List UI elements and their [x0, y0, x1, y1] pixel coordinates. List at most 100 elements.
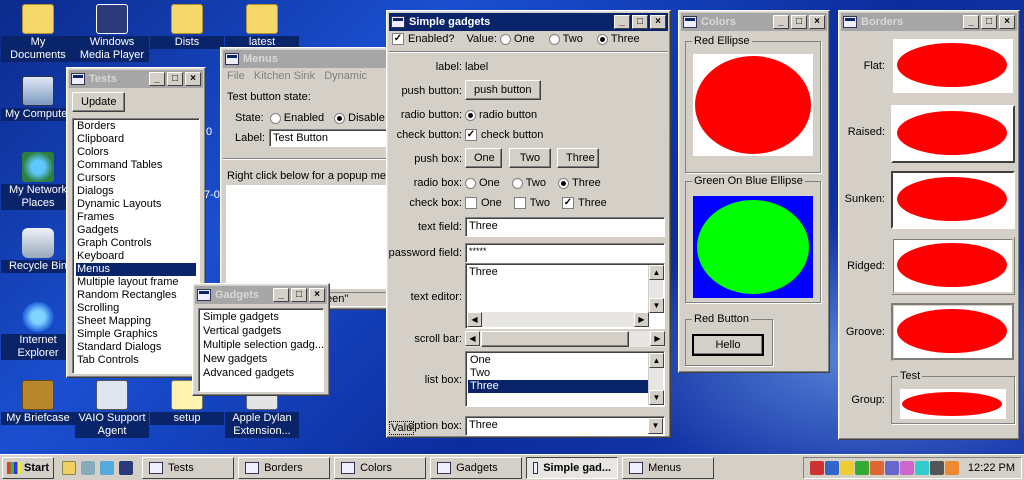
- list-item[interactable]: Keyboard: [76, 250, 196, 263]
- close-button[interactable]: ×: [650, 15, 666, 29]
- maximize-button[interactable]: □: [981, 15, 997, 29]
- chevron-down-icon[interactable]: ▼: [648, 418, 663, 434]
- menus-titlebar[interactable]: Menus: [223, 50, 387, 68]
- desktop-icon-briefcase[interactable]: My Briefcase: [1, 380, 75, 425]
- password-field[interactable]: *****: [465, 243, 665, 263]
- push-box-two-button[interactable]: Two: [509, 148, 551, 168]
- list-item[interactable]: Simple Graphics: [76, 328, 196, 341]
- desktop-icon-latest[interactable]: latest: [225, 4, 299, 49]
- scroll-left-arrow-icon[interactable]: ◀: [467, 312, 482, 327]
- menu-dynamic[interactable]: Dynamic: [324, 70, 367, 82]
- search-icon[interactable]: [884, 460, 899, 475]
- check-button[interactable]: ✓: [465, 129, 477, 141]
- list-item[interactable]: Cursors: [76, 172, 196, 185]
- tests-list[interactable]: Borders Clipboard Colors Command Tables Curs…: [72, 118, 200, 374]
- task-borders[interactable]: Borders: [238, 456, 331, 479]
- text-editor[interactable]: Three ▲ ▼ ◀ ▶: [465, 263, 665, 329]
- radio-box-one[interactable]: [465, 177, 476, 189]
- list-item[interactable]: Sheet Mapping: [76, 315, 196, 328]
- media-player-icon[interactable]: [119, 460, 134, 475]
- list-box-vscroll[interactable]: ▲ ▼: [648, 353, 664, 405]
- close-button[interactable]: ×: [185, 72, 201, 86]
- text-field[interactable]: Three: [465, 217, 665, 237]
- state-enabled-radio[interactable]: [269, 112, 281, 124]
- text-editor-vscroll[interactable]: ▲ ▼: [648, 265, 664, 313]
- list-item[interactable]: Graph Controls: [76, 237, 196, 250]
- minimize-button[interactable]: _: [149, 72, 165, 86]
- volume-icon[interactable]: [854, 460, 869, 475]
- state-disable-radio[interactable]: [334, 112, 346, 124]
- task-tests[interactable]: Tests: [142, 456, 235, 479]
- list-item[interactable]: Simple gadgets: [203, 311, 319, 325]
- maximize-button[interactable]: □: [632, 15, 648, 29]
- list-item-selected[interactable]: Three: [468, 380, 648, 393]
- list-item[interactable]: New gadgets: [203, 353, 319, 367]
- list-item[interactable]: Command Tables: [76, 159, 196, 172]
- check-box-two[interactable]: [513, 197, 526, 209]
- desktop-icon-vaio[interactable]: VAIO Support Agent: [75, 380, 149, 438]
- list-item[interactable]: Frames: [76, 211, 196, 224]
- task-simple-gadgets[interactable]: Simple gad...: [526, 456, 619, 479]
- list-item[interactable]: Multiple layout frame: [76, 276, 196, 289]
- value-three-radio[interactable]: [596, 33, 608, 45]
- list-item[interactable]: Standard Dialogs: [76, 341, 196, 354]
- hello-button[interactable]: Hello: [692, 334, 764, 356]
- list-item[interactable]: Tab Controls: [76, 354, 196, 367]
- gadgets-list[interactable]: Simple gadgets Vertical gadgets Multiple…: [198, 308, 324, 392]
- radio-button[interactable]: [465, 109, 476, 121]
- list-item[interactable]: Gadgets: [76, 224, 196, 237]
- maximize-button[interactable]: □: [291, 288, 307, 302]
- sound-icon[interactable]: [944, 460, 959, 475]
- list-item[interactable]: Dialogs: [76, 185, 196, 198]
- list-item[interactable]: One: [468, 354, 662, 367]
- shield-icon[interactable]: [824, 460, 839, 475]
- start-button[interactable]: Start: [2, 456, 55, 479]
- value-one-radio[interactable]: [499, 33, 511, 45]
- menu-kitchen-sink[interactable]: Kitchen Sink: [254, 70, 315, 82]
- enabled-checkbox[interactable]: ✓: [392, 33, 404, 45]
- task-colors[interactable]: Colors: [334, 456, 427, 479]
- security-icon[interactable]: [809, 460, 824, 475]
- list-item[interactable]: Borders: [76, 120, 196, 133]
- scroll-thumb[interactable]: [481, 331, 629, 347]
- push-box-three-button[interactable]: Three: [557, 148, 599, 168]
- radio-box-two[interactable]: [511, 177, 523, 189]
- task-menus[interactable]: Menus: [622, 456, 715, 479]
- quick-launch-icon[interactable]: [81, 460, 96, 475]
- minimize-button[interactable]: _: [614, 15, 630, 29]
- menu-file[interactable]: File: [227, 70, 245, 82]
- option-box[interactable]: Three ▼: [465, 416, 665, 436]
- scroll-right-arrow-icon[interactable]: ▶: [650, 331, 665, 346]
- scroll-up-arrow-icon[interactable]: ▲: [649, 353, 664, 368]
- close-button[interactable]: ×: [809, 15, 825, 29]
- minimize-button[interactable]: _: [963, 15, 979, 29]
- list-item[interactable]: Multiple selection gadg...: [203, 339, 324, 353]
- popup-area[interactable]: [226, 185, 388, 289]
- display-icon[interactable]: [899, 460, 914, 475]
- close-button[interactable]: ×: [309, 288, 325, 302]
- list-box[interactable]: One Two Three ▲ ▼: [465, 351, 665, 407]
- list-item[interactable]: Random Rectangles: [76, 289, 196, 302]
- list-item-selected[interactable]: Menus: [76, 263, 196, 276]
- scroll-right-arrow-icon[interactable]: ▶: [634, 312, 649, 327]
- colors-titlebar[interactable]: Colors _ □ ×: [681, 13, 827, 31]
- push-box-one-button[interactable]: One: [465, 148, 502, 168]
- update-button[interactable]: Update: [72, 92, 126, 112]
- text-editor-hscroll[interactable]: ◀ ▶: [467, 312, 649, 327]
- list-item[interactable]: Colors: [76, 146, 196, 159]
- update-icon[interactable]: [869, 460, 884, 475]
- scroll-bar[interactable]: ◀ ▶: [465, 331, 665, 347]
- minimize-button[interactable]: _: [273, 288, 289, 302]
- list-item[interactable]: Advanced gadgets: [203, 367, 319, 381]
- desktop-icon-dists[interactable]: Dists: [150, 4, 224, 49]
- close-button[interactable]: ×: [999, 15, 1015, 29]
- list-item[interactable]: Clipboard: [76, 133, 196, 146]
- value-two-radio[interactable]: [548, 33, 560, 45]
- borders-titlebar[interactable]: Borders _ □ ×: [841, 13, 1017, 31]
- maximize-button[interactable]: □: [167, 72, 183, 86]
- scroll-up-arrow-icon[interactable]: ▲: [649, 265, 664, 280]
- internet-explorer-icon[interactable]: [100, 460, 115, 475]
- desktop-icon-network-places[interactable]: My Network Places: [1, 152, 75, 210]
- battery-icon[interactable]: [914, 460, 929, 475]
- desktop-icon-my-computer[interactable]: My Computer: [1, 76, 75, 121]
